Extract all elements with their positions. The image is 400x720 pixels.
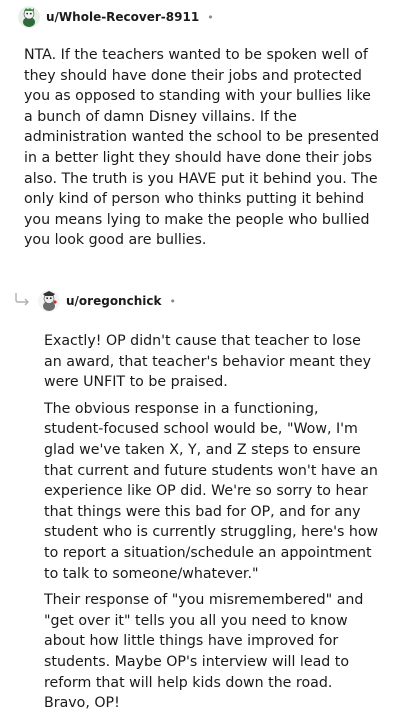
avatar-icon	[18, 6, 40, 28]
username-link[interactable]: u/oregonchick	[66, 294, 161, 308]
user-avatar[interactable]	[18, 6, 40, 28]
comment-paragraph: Their response of "you misremembered" an…	[44, 592, 364, 712]
separator-dot: •	[207, 10, 214, 24]
comment-body: NTA. If the teachers wanted to be spoken…	[24, 47, 380, 249]
separator-dot: •	[169, 294, 176, 308]
username-link[interactable]: u/Whole-Recover-8911	[46, 10, 199, 24]
comment-paragraph: Exactly! OP didn't cause that teacher to…	[44, 333, 372, 391]
user-avatar[interactable]	[38, 290, 60, 312]
comment-body: Exactly! OP didn't cause that teacher to…	[44, 331, 382, 720]
comment-header: u/Whole-Recover-8911 •	[18, 6, 214, 28]
avatar-icon	[38, 290, 60, 312]
comment-header: u/oregonchick •	[38, 290, 176, 312]
comment-paragraph: The obvious response in a functioning, s…	[44, 400, 379, 582]
reply-arrow-icon	[15, 293, 29, 306]
